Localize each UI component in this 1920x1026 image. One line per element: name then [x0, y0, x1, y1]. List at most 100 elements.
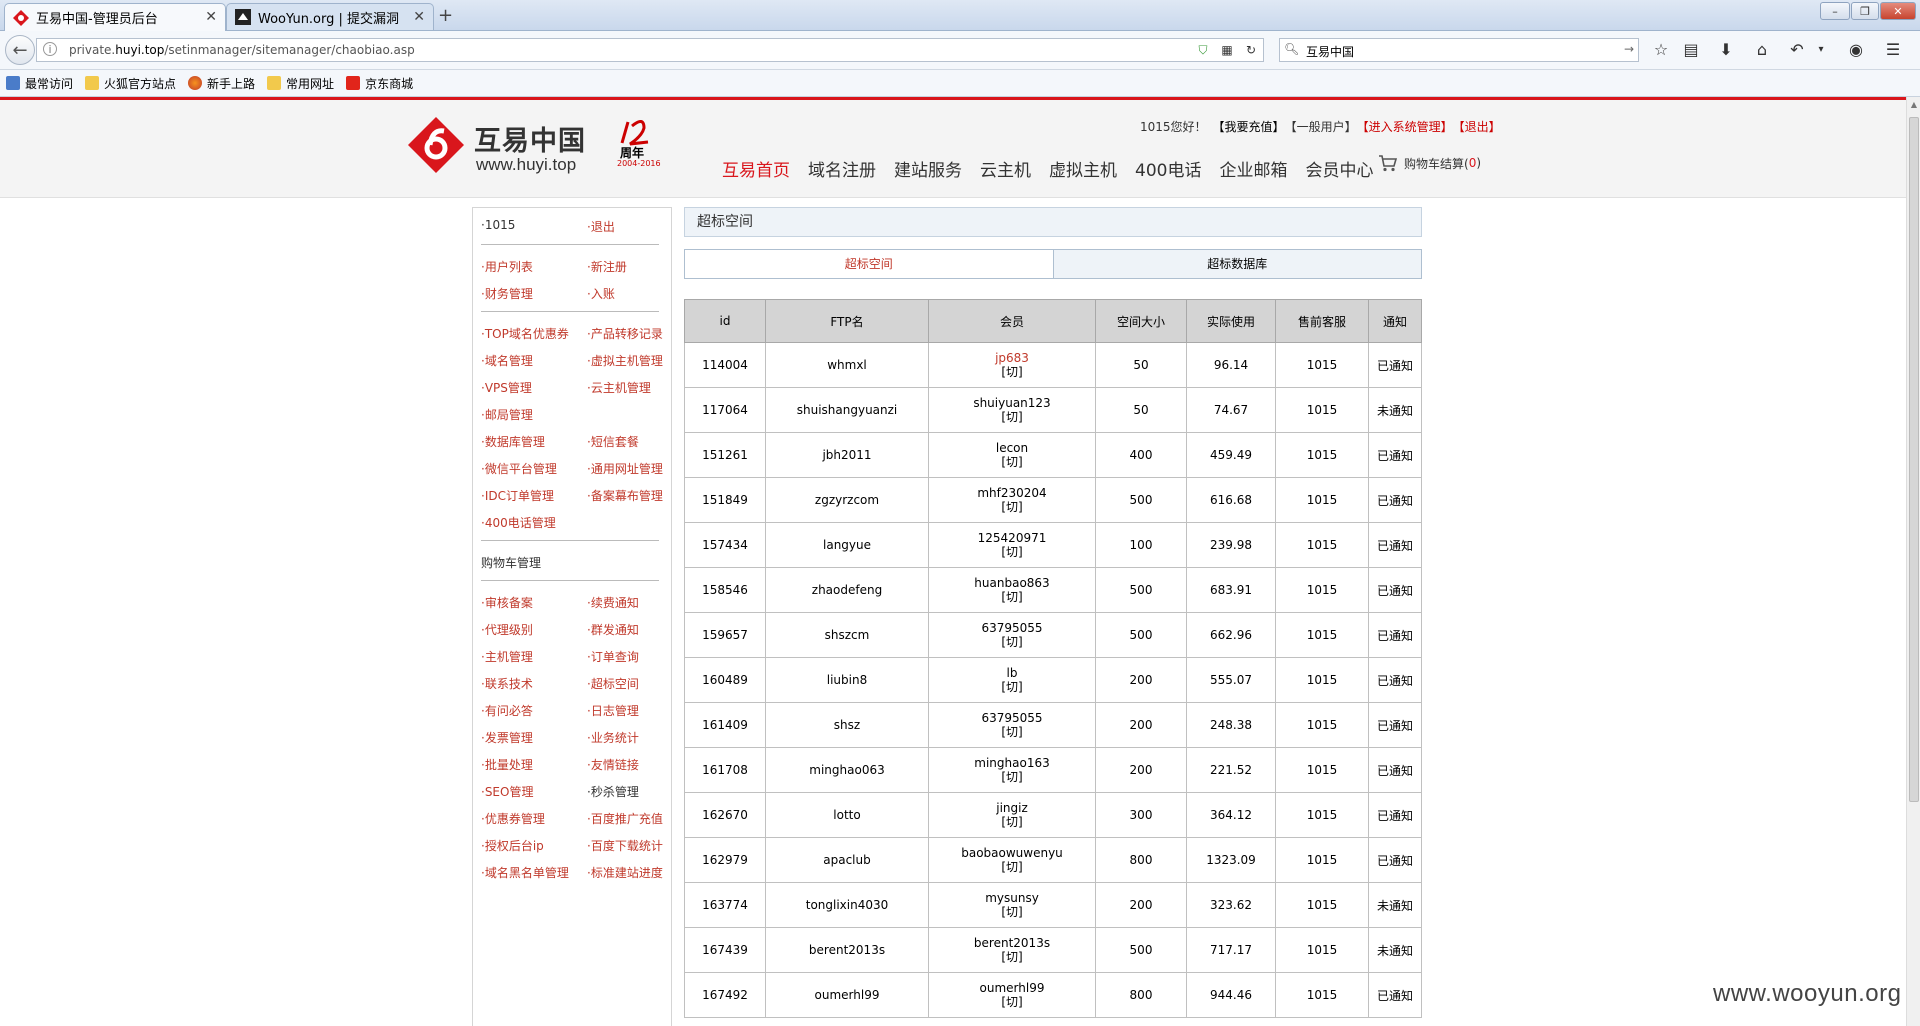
sidebar-item-400[interactable]: ·400电话管理 [481, 514, 556, 531]
browser-tab-admin[interactable]: 互易中国-管理员后台 ✕ [4, 3, 226, 31]
cell-notice[interactable]: 已通知 [1368, 702, 1422, 748]
site-logo[interactable]: 互易中国 www.huyi.top [406, 115, 586, 175]
switch-link[interactable]: [切] [929, 995, 1095, 1009]
reading-list-icon[interactable]: ▤ [1678, 37, 1704, 63]
sidebar-item-finance[interactable]: ·财务管理 [481, 285, 533, 302]
cell-notice[interactable]: 已通知 [1368, 657, 1422, 703]
sidebar-item-mail[interactable]: ·邮局管理 [481, 406, 533, 423]
member-link[interactable]: mhf230204 [929, 486, 1095, 500]
nav-home[interactable]: 互易首页 [722, 156, 790, 181]
new-tab-plus-icon[interactable]: + [438, 5, 453, 26]
sidebar-item-order-query[interactable]: ·订单查询 [587, 648, 639, 665]
sidebar-item-cloud[interactable]: ·云主机管理 [587, 379, 651, 396]
sidebar-item-wechat[interactable]: ·微信平台管理 [481, 460, 557, 477]
sidebar-item-auth-ip[interactable]: ·授权后台ip [481, 837, 544, 854]
sidebar-item-agent-level[interactable]: ·代理级别 [481, 621, 533, 638]
admin-link[interactable]: 【进入系统管理】 [1363, 120, 1453, 134]
member-link[interactable]: oumerhl99 [929, 981, 1095, 995]
sidebar-item-transfer-log[interactable]: ·产品转移记录 [587, 325, 663, 342]
cell-notice[interactable]: 已通知 [1368, 972, 1422, 1018]
sidebar-item-over-space[interactable]: ·超标空间 [587, 675, 639, 692]
cell-notice[interactable]: 未通知 [1368, 882, 1422, 928]
switch-link[interactable]: [切] [929, 815, 1095, 829]
shield-icon[interactable]: ⛉ [1195, 42, 1211, 58]
home-icon[interactable]: ⌂ [1749, 37, 1775, 63]
cell-notice[interactable]: 已通知 [1368, 747, 1422, 793]
sync-icon[interactable]: ◉ [1843, 37, 1869, 63]
scrollbar-thumb[interactable] [1909, 117, 1919, 802]
bookmark-item[interactable]: 火狐官方站点 [85, 75, 176, 92]
scroll-up-arrow-icon[interactable]: ▲ [1907, 100, 1920, 109]
sidebar-item-friend-links[interactable]: ·友情链接 [587, 756, 639, 773]
cell-notice[interactable]: 已通知 [1368, 612, 1422, 658]
cell-notice[interactable]: 已通知 [1368, 837, 1422, 883]
switch-link[interactable]: [切] [929, 680, 1095, 694]
sidebar-item-mass-notice[interactable]: ·群发通知 [587, 621, 639, 638]
address-bar[interactable]: i private.huyi.top/setinmanager/sitemana… [36, 38, 1264, 62]
bookmark-item[interactable]: 京东商城 [346, 75, 413, 92]
menu-icon[interactable]: ☰ [1880, 37, 1906, 63]
sidebar-item-stats[interactable]: ·业务统计 [587, 729, 639, 746]
member-link[interactable]: baobaowuwenyu [929, 846, 1095, 860]
sidebar-item-logout[interactable]: ·退出 [587, 218, 615, 235]
sidebar-item-vps[interactable]: ·VPS管理 [481, 379, 532, 396]
sidebar-item-cart-manage[interactable]: 购物车管理 [481, 554, 541, 571]
nav-virtual-host[interactable]: 虚拟主机 [1049, 156, 1117, 181]
switch-link[interactable]: [切] [929, 905, 1095, 919]
qrcode-icon[interactable]: ▦ [1219, 42, 1235, 58]
member-link[interactable]: huanbao863 [929, 576, 1095, 590]
cell-notice[interactable]: 已通知 [1368, 522, 1422, 568]
member-link[interactable]: shuiyuan123 [929, 396, 1095, 410]
bookmark-item[interactable]: 常用网址 [267, 75, 334, 92]
sidebar-item-host[interactable]: ·主机管理 [481, 648, 533, 665]
sidebar-item-vhost[interactable]: ·虚拟主机管理 [587, 352, 663, 369]
chevron-down-icon[interactable]: ▾ [1808, 37, 1834, 63]
member-link[interactable]: mysunsy [929, 891, 1095, 905]
switch-link[interactable]: [切] [929, 950, 1095, 964]
member-link[interactable]: jp683 [929, 351, 1095, 365]
switch-link[interactable]: [切] [929, 545, 1095, 559]
search-go-arrow-icon[interactable]: → [1624, 42, 1634, 56]
member-link[interactable]: 63795055 [929, 711, 1095, 725]
sidebar-item-domain[interactable]: ·域名管理 [481, 352, 533, 369]
cell-notice[interactable]: 未通知 [1368, 927, 1422, 973]
sidebar-item-contact-tech[interactable]: ·联系技术 [481, 675, 533, 692]
member-link[interactable]: jingiz [929, 801, 1095, 815]
cell-notice[interactable]: 已通知 [1368, 342, 1422, 388]
member-link[interactable]: 125420971 [929, 531, 1095, 545]
tab-over-space[interactable]: 超标空间 [685, 250, 1054, 278]
switch-link[interactable]: [切] [929, 500, 1095, 514]
search-bar[interactable]: 🔍︎ 互易中国 → [1279, 38, 1639, 62]
cart-link[interactable]: 购物车结算(0) [1378, 153, 1481, 173]
sidebar-item-deposit[interactable]: ·入账 [587, 285, 615, 302]
cell-notice[interactable]: 已通知 [1368, 792, 1422, 838]
switch-link[interactable]: [切] [929, 410, 1095, 424]
nav-website[interactable]: 建站服务 [894, 156, 962, 181]
sidebar-item-faq[interactable]: ·有问必答 [481, 702, 533, 719]
browser-tab-wooyun[interactable]: WooYun.org | 提交漏洞 ✕ [226, 3, 434, 30]
maximize-button[interactable]: ❐ [1851, 2, 1879, 20]
cell-notice[interactable]: 已通知 [1368, 477, 1422, 523]
tab-over-database[interactable]: 超标数据库 [1053, 250, 1421, 278]
member-link[interactable]: lecon [929, 441, 1095, 455]
nav-cloud-host[interactable]: 云主机 [980, 156, 1031, 181]
switch-link[interactable]: [切] [929, 455, 1095, 469]
nav-member[interactable]: 会员中心 [1305, 156, 1373, 181]
sidebar-item-batch[interactable]: ·批量处理 [481, 756, 533, 773]
sidebar-item-flash-sale[interactable]: ·秒杀管理 [587, 783, 639, 800]
sidebar-item-icp-screen[interactable]: ·备案幕布管理 [587, 487, 663, 504]
sidebar-item-new-register[interactable]: ·新注册 [587, 258, 627, 275]
tab-close-icon[interactable]: ✕ [413, 9, 425, 25]
sidebar-item-icp-review[interactable]: ·审核备案 [481, 594, 533, 611]
switch-link[interactable]: [切] [929, 725, 1095, 739]
nav-domain[interactable]: 域名注册 [808, 156, 876, 181]
sidebar-item-user-list[interactable]: ·用户列表 [481, 258, 533, 275]
sidebar-item-seo[interactable]: ·SEO管理 [481, 783, 533, 800]
cell-notice[interactable]: 已通知 [1368, 567, 1422, 613]
sidebar-item-renew-notice[interactable]: ·续费通知 [587, 594, 639, 611]
member-link[interactable]: minghao163 [929, 756, 1095, 770]
switch-link[interactable]: [切] [929, 590, 1095, 604]
sidebar-item-coupons[interactable]: ·优惠券管理 [481, 810, 545, 827]
sidebar-item-sms[interactable]: ·短信套餐 [587, 433, 639, 450]
cell-notice[interactable]: 未通知 [1368, 387, 1422, 433]
